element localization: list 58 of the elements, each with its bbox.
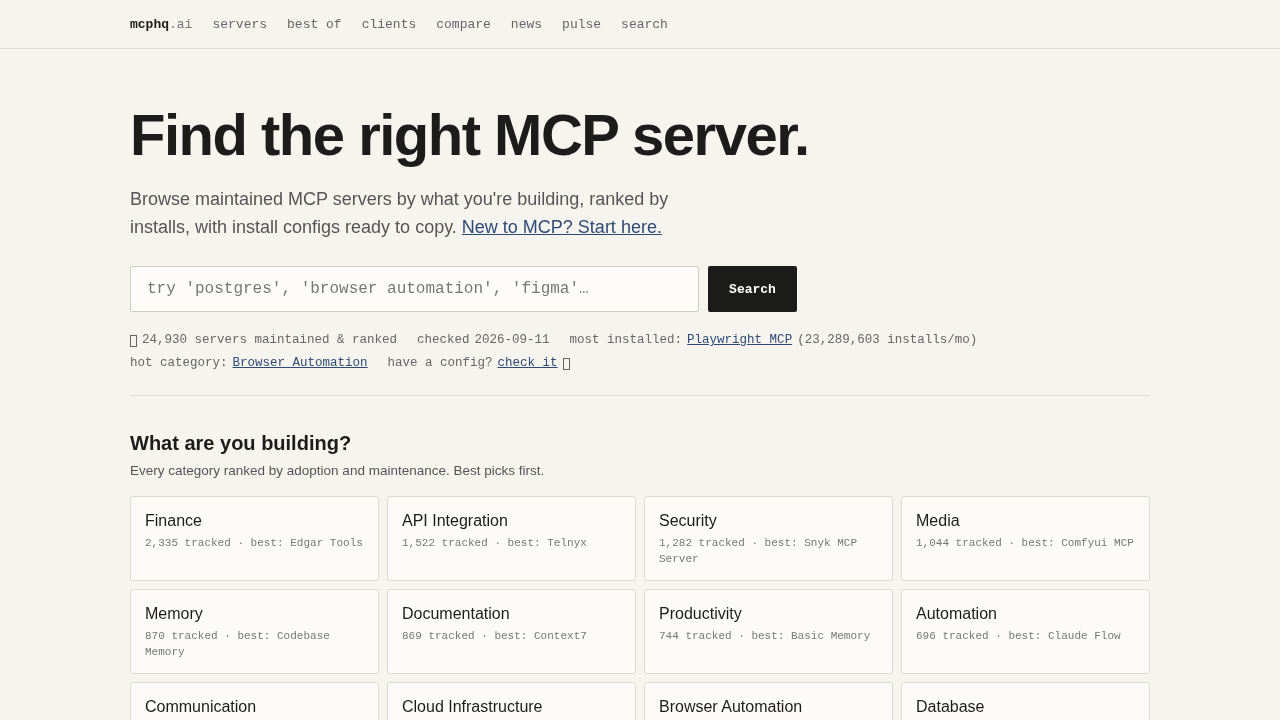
category-name: Security — [659, 512, 718, 530]
category-card[interactable]: Automation 696 tracked · best: Claude Flow — [901, 589, 1150, 674]
nav-link[interactable]: clients — [361, 16, 417, 32]
glyph-icon — [130, 334, 137, 347]
category-card[interactable]: Productivity 744 tracked · best: Basic Memory — [644, 589, 893, 674]
server-count: 24,930 servers maintained & ranked — [142, 332, 398, 349]
nav-link[interactable]: news — [510, 16, 543, 32]
category-name: Documentation — [402, 605, 511, 623]
check-config-link[interactable]: check it — [497, 352, 570, 375]
category-stats: 869 tracked · best: Context7 — [402, 629, 588, 644]
category-stats: 696 tracked · best: Claude Flow — [916, 629, 1122, 644]
category-stats: 1,044 tracked · best: Comfyui MCP — [916, 536, 1135, 551]
category-stats: 870 tracked · best: Codebase Memory — [145, 629, 331, 660]
category-card[interactable]: Finance 2,335 tracked · best: Edgar Tools — [130, 496, 379, 581]
category-name: Cloud Infrastructure — [402, 698, 544, 716]
category-name: Automation — [916, 605, 998, 623]
config-label: have a config? — [387, 355, 493, 372]
checked-label: checked — [417, 332, 470, 349]
search-field[interactable]: try 'postgres', 'browser automation', 'figma'… — [130, 266, 699, 312]
nav-link[interactable]: compare — [436, 16, 491, 32]
category-card[interactable]: Security 1,282 tracked · best: Snyk MCP Server — [644, 496, 893, 581]
category-name: Productivity — [659, 605, 743, 623]
category-stats: 744 tracked · best: Basic Memory — [659, 629, 872, 644]
category-card[interactable]: Cloud Infrastructure — [387, 682, 636, 720]
category-card[interactable]: API Integration 1,522 tracked · best: Telnyx — [387, 496, 636, 581]
section-title: What are you building? — [130, 432, 353, 455]
category-card[interactable]: Database — [901, 682, 1150, 720]
hot-category-label: hot category: — [130, 355, 228, 372]
nav-link[interactable]: pulse — [562, 16, 602, 32]
intro-text: Browse maintained MCP servers by what you're building, ranked by installs, with install configs ready to copy. New to MCP? Start here. — [130, 188, 670, 239]
category-name: Browser Automation — [659, 698, 804, 716]
site-logo[interactable]: mcphq.ai — [130, 16, 193, 32]
category-name: Media — [916, 512, 961, 530]
category-card[interactable]: Memory 870 tracked · best: Codebase Memory — [130, 589, 379, 674]
category-name: Communication — [145, 698, 258, 716]
category-stats: 1,282 tracked · best: Snyk MCP Server — [659, 536, 859, 567]
category-card[interactable]: Media 1,044 tracked · best: Comfyui MCP — [901, 496, 1150, 581]
category-name: Memory — [145, 605, 204, 623]
category-card[interactable]: Communication — [130, 682, 379, 720]
top-server-link[interactable]: Playwright MCP — [687, 329, 793, 352]
category-name: API Integration — [402, 512, 509, 530]
category-stats: 1,522 tracked · best: Telnyx — [402, 536, 588, 551]
nav-link[interactable]: servers — [212, 16, 268, 32]
category-card[interactable]: Documentation 869 tracked · best: Context7 — [387, 589, 636, 674]
checked-date: 2026-09-11 — [474, 332, 550, 349]
search-button[interactable]: Search — [708, 266, 797, 312]
hot-category-link[interactable]: Browser Automation — [232, 352, 368, 375]
category-name: Database — [916, 698, 986, 716]
category-name: Finance — [145, 512, 203, 530]
install-count: (23,289,603 installs/mo) — [797, 332, 978, 349]
nav-link[interactable]: best of — [287, 16, 342, 32]
most-installed-label: most installed: — [569, 332, 683, 349]
nav-link[interactable]: search — [621, 16, 668, 32]
page-title: Find the right MCP server. — [130, 103, 810, 167]
category-card[interactable]: Browser Automation — [644, 682, 893, 720]
start-here-link[interactable]: New to MCP? Start here. — [461, 217, 662, 237]
category-stats: 2,335 tracked · best: Edgar Tools — [145, 536, 364, 551]
section-subtitle: Every category ranked by adoption and maintenance. Best picks first. — [130, 463, 546, 478]
